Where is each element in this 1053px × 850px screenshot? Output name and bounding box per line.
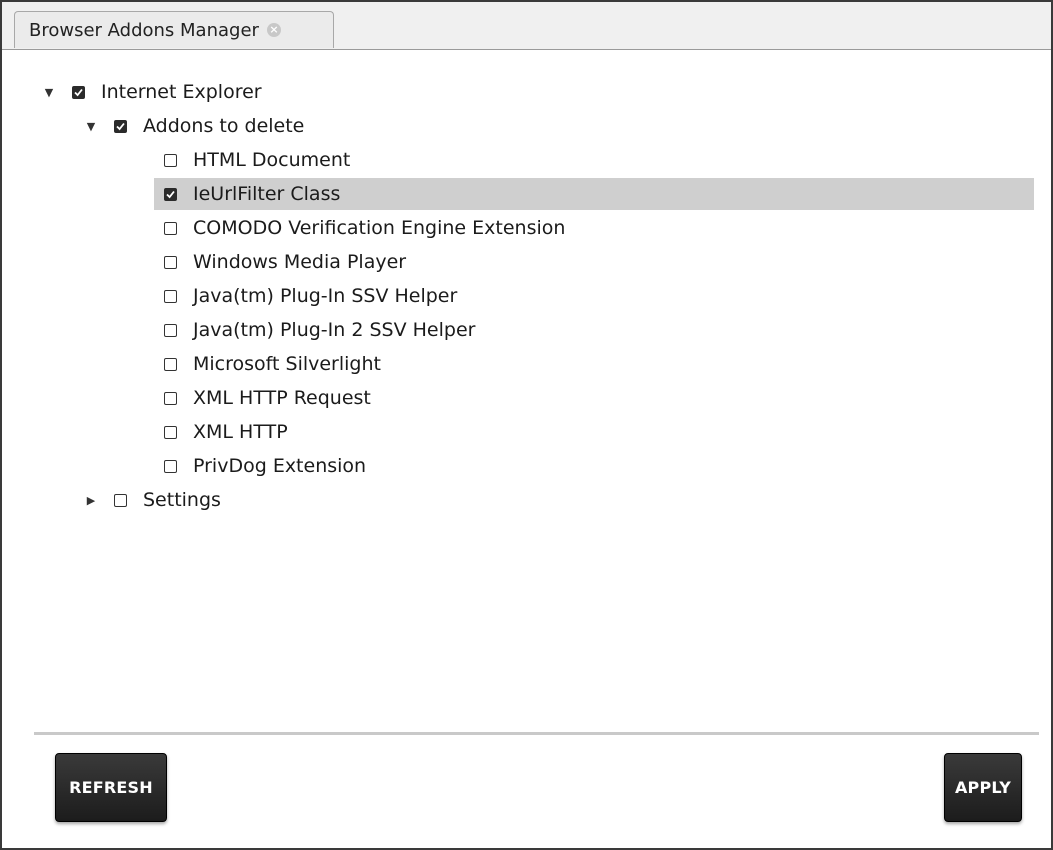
checkbox[interactable]	[72, 85, 85, 99]
tree-node-label: Addons to delete	[143, 115, 305, 137]
addon-label: XML HTTP	[193, 421, 288, 443]
divider	[34, 732, 1039, 735]
addon-item[interactable]: XML HTTP	[154, 416, 1034, 448]
tab-browser-addons-manager[interactable]: Browser Addons Manager ×	[14, 11, 334, 48]
tree-node-settings[interactable]: ▶ Settings	[84, 484, 221, 516]
addon-item[interactable]: HTML Document	[154, 144, 1034, 176]
checkbox[interactable]	[164, 255, 177, 269]
checkbox[interactable]	[164, 459, 177, 473]
tab-title: Browser Addons Manager	[29, 19, 259, 41]
addon-label: PrivDog Extension	[193, 455, 367, 477]
checkbox[interactable]	[164, 323, 177, 337]
addon-label: COMODO Verification Engine Extension	[193, 217, 566, 239]
addon-item[interactable]: COMODO Verification Engine Extension	[154, 212, 1034, 244]
checkbox[interactable]	[164, 357, 177, 371]
close-icon[interactable]: ×	[266, 23, 281, 37]
addon-item[interactable]: Microsoft Silverlight	[154, 348, 1034, 380]
checkbox[interactable]	[164, 289, 177, 303]
apply-button[interactable]: APPLY	[944, 753, 1022, 822]
addon-item[interactable]: Java(tm) Plug-In SSV Helper	[154, 280, 1034, 312]
expand-arrow-icon[interactable]: ▼	[84, 120, 98, 133]
checkbox[interactable]	[114, 119, 127, 133]
checkbox[interactable]	[164, 425, 177, 439]
checkbox[interactable]	[164, 221, 177, 235]
addon-item[interactable]: PrivDog Extension	[154, 450, 1034, 482]
checkbox[interactable]	[164, 153, 177, 167]
addon-label: Microsoft Silverlight	[193, 353, 381, 375]
addon-label: XML HTTP Request	[193, 387, 371, 409]
checkbox[interactable]	[164, 391, 177, 405]
addon-item[interactable]: Windows Media Player	[154, 246, 1034, 278]
tree-node-addons-to-delete[interactable]: ▼ Addons to delete	[84, 110, 305, 142]
addon-label: Windows Media Player	[193, 251, 407, 273]
addon-label: Java(tm) Plug-In 2 SSV Helper	[193, 319, 476, 341]
addon-label: IeUrlFilter Class	[193, 183, 341, 205]
addon-item-selected[interactable]: IeUrlFilter Class	[154, 178, 1034, 210]
tree-node-label: Internet Explorer	[101, 81, 262, 103]
refresh-button[interactable]: REFRESH	[55, 753, 167, 822]
checkbox[interactable]	[164, 187, 177, 201]
checkbox[interactable]	[114, 493, 127, 507]
tree-node-label: Settings	[143, 489, 221, 511]
tree-node-internet-explorer[interactable]: ▼ Internet Explorer	[42, 76, 262, 108]
addons-manager-window: Browser Addons Manager × ▼ Internet Expl…	[0, 0, 1053, 850]
expand-arrow-icon[interactable]: ▼	[42, 86, 56, 99]
addon-label: Java(tm) Plug-In SSV Helper	[193, 285, 458, 307]
addon-item[interactable]: XML HTTP Request	[154, 382, 1034, 414]
addon-label: HTML Document	[193, 149, 351, 171]
addon-item[interactable]: Java(tm) Plug-In 2 SSV Helper	[154, 314, 1034, 346]
expand-arrow-icon[interactable]: ▶	[84, 494, 98, 507]
tab-bar: Browser Addons Manager ×	[2, 2, 1051, 50]
